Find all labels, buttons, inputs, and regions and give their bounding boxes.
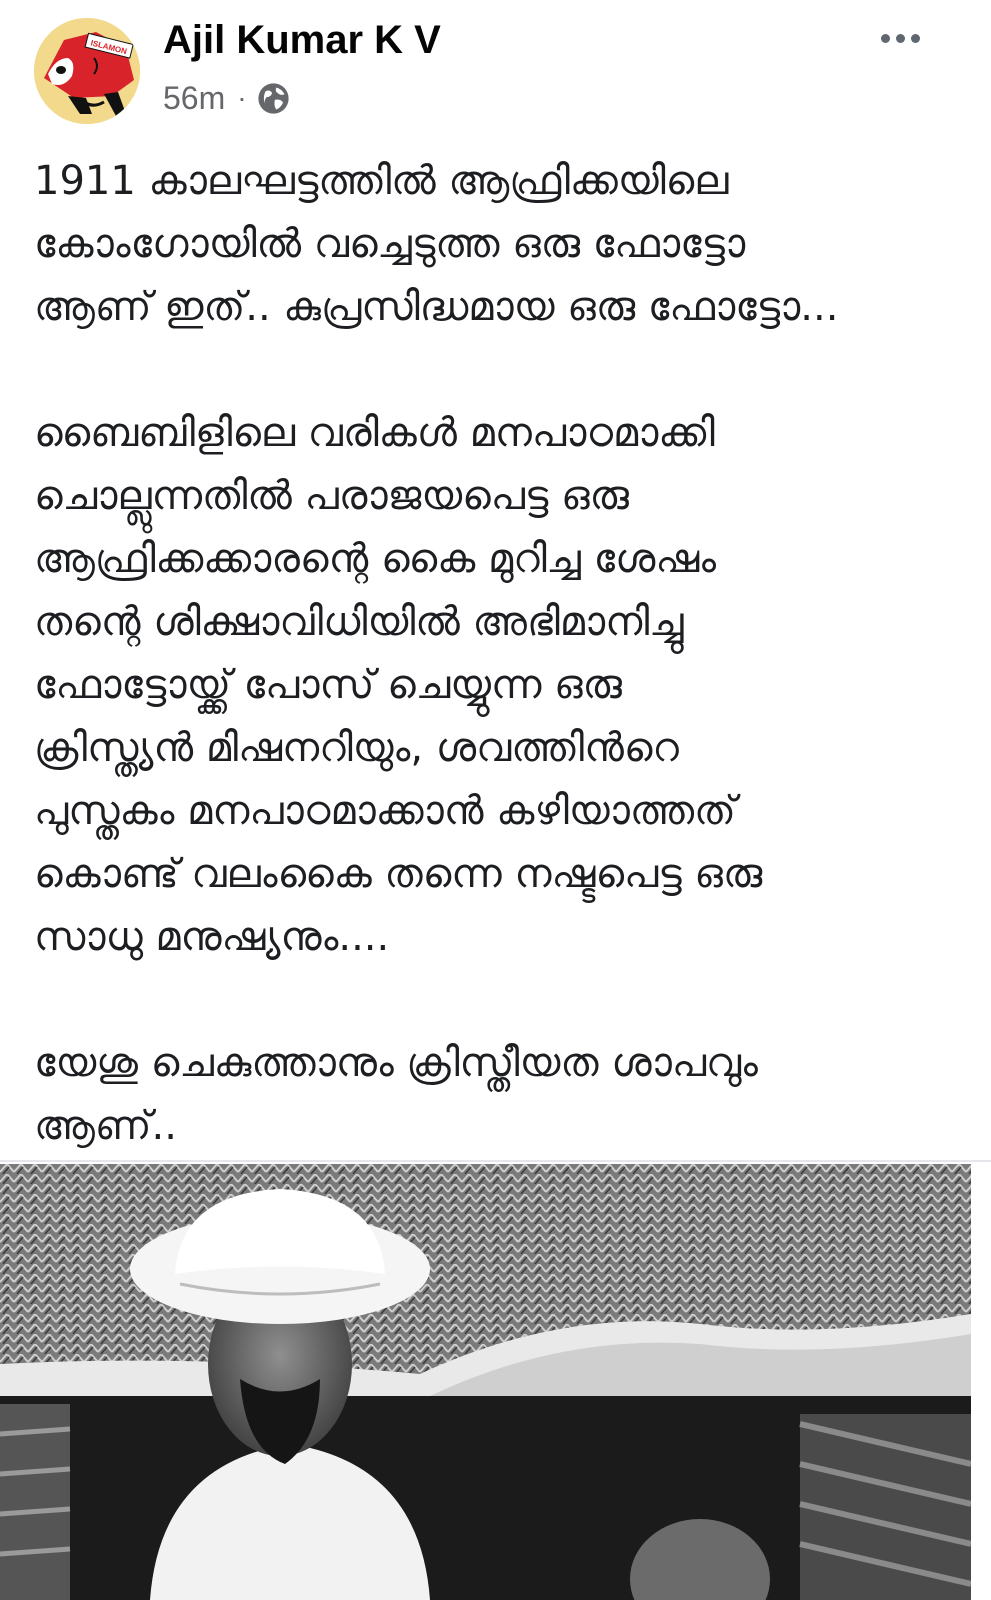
text-line: ആണ്..	[34, 1103, 177, 1149]
post-time[interactable]: 56m	[163, 80, 225, 117]
post-meta: 56m ·	[163, 76, 290, 120]
text-line: ആഫ്രിക്കക്കാരന്റെ കൈ മുറിച്ച ശേഷം	[34, 536, 717, 582]
more-options-dot	[910, 33, 920, 43]
paragraph-3: യേശു ചെകുത്താനും ക്രിസ്തീയത ശാപവും ആണ്..	[34, 1032, 964, 1158]
text-line: ചൊല്ലുന്നതിൽ പരാജയപെട്ട ഒരു	[34, 473, 629, 519]
more-options-dot	[895, 33, 905, 43]
post-header: ISLAMON Ajil Kumar K V 56m ·	[0, 0, 991, 140]
more-options-icon	[880, 33, 890, 43]
cartoon-avatar-icon: ISLAMON	[34, 18, 140, 124]
text-line: ആണ് ഇത്.. കുപ്രസിദ്ധമായ ഒരു ഫോട്ടോ...	[34, 284, 839, 330]
paragraph-2: ബൈബിളിലെ വരികൾ മനപാഠമാക്കി ചൊല്ലുന്നതിൽ …	[34, 402, 964, 969]
text-line: കൊണ്ട് വലംകൈ തന്നെ നഷ്ടപെട്ട ഒരു	[34, 851, 763, 897]
globe-icon[interactable]	[257, 82, 290, 115]
divider	[0, 1160, 991, 1162]
author-name[interactable]: Ajil Kumar K V	[163, 14, 441, 66]
paragraph-1: 1911 കാലഘട്ടത്തിൽ ആഫ്രിക്കയിലെ കോംഗോയിൽ …	[34, 150, 964, 339]
text-line: പുസ്തകം മനപാഠമാക്കാൻ കഴിയാത്തത്	[34, 788, 736, 834]
post-photo[interactable]	[0, 1164, 971, 1600]
text-line: ഫോട്ടോയ്ക്ക് പോസ് ചെയ്യുന്ന ഒരു	[34, 662, 622, 708]
post-text: 1911 കാലഘട്ടത്തിൽ ആഫ്രിക്കയിലെ കോംഗോയിൽ …	[34, 150, 964, 1158]
text-line: ക്രിസ്ത്യൻ മിഷനറിയും, ശവത്തിൻറെ	[34, 725, 679, 771]
text-line: കോംഗോയിൽ വച്ചെടുത്ത ഒരു ഫോട്ടോ	[34, 221, 746, 267]
text-line: 1911 കാലഘട്ടത്തിൽ ആഫ്രിക്കയിലെ	[34, 158, 729, 204]
avatar[interactable]: ISLAMON	[34, 18, 140, 124]
text-line: യേശു ചെകുത്താനും ക്രിസ്തീയത ശാപവും	[34, 1040, 758, 1086]
black-and-white-photo	[0, 1164, 971, 1600]
meta-separator: ·	[237, 82, 247, 113]
text-line: ബൈബിളിലെ വരികൾ മനപാഠമാക്കി	[34, 410, 715, 456]
more-options-button[interactable]	[870, 18, 930, 58]
text-line: തന്റെ ശിക്ഷാവിധിയിൽ അഭിമാനിച്ചു	[34, 599, 684, 645]
text-line: സാധു മനുഷ്യനും....	[34, 914, 390, 960]
